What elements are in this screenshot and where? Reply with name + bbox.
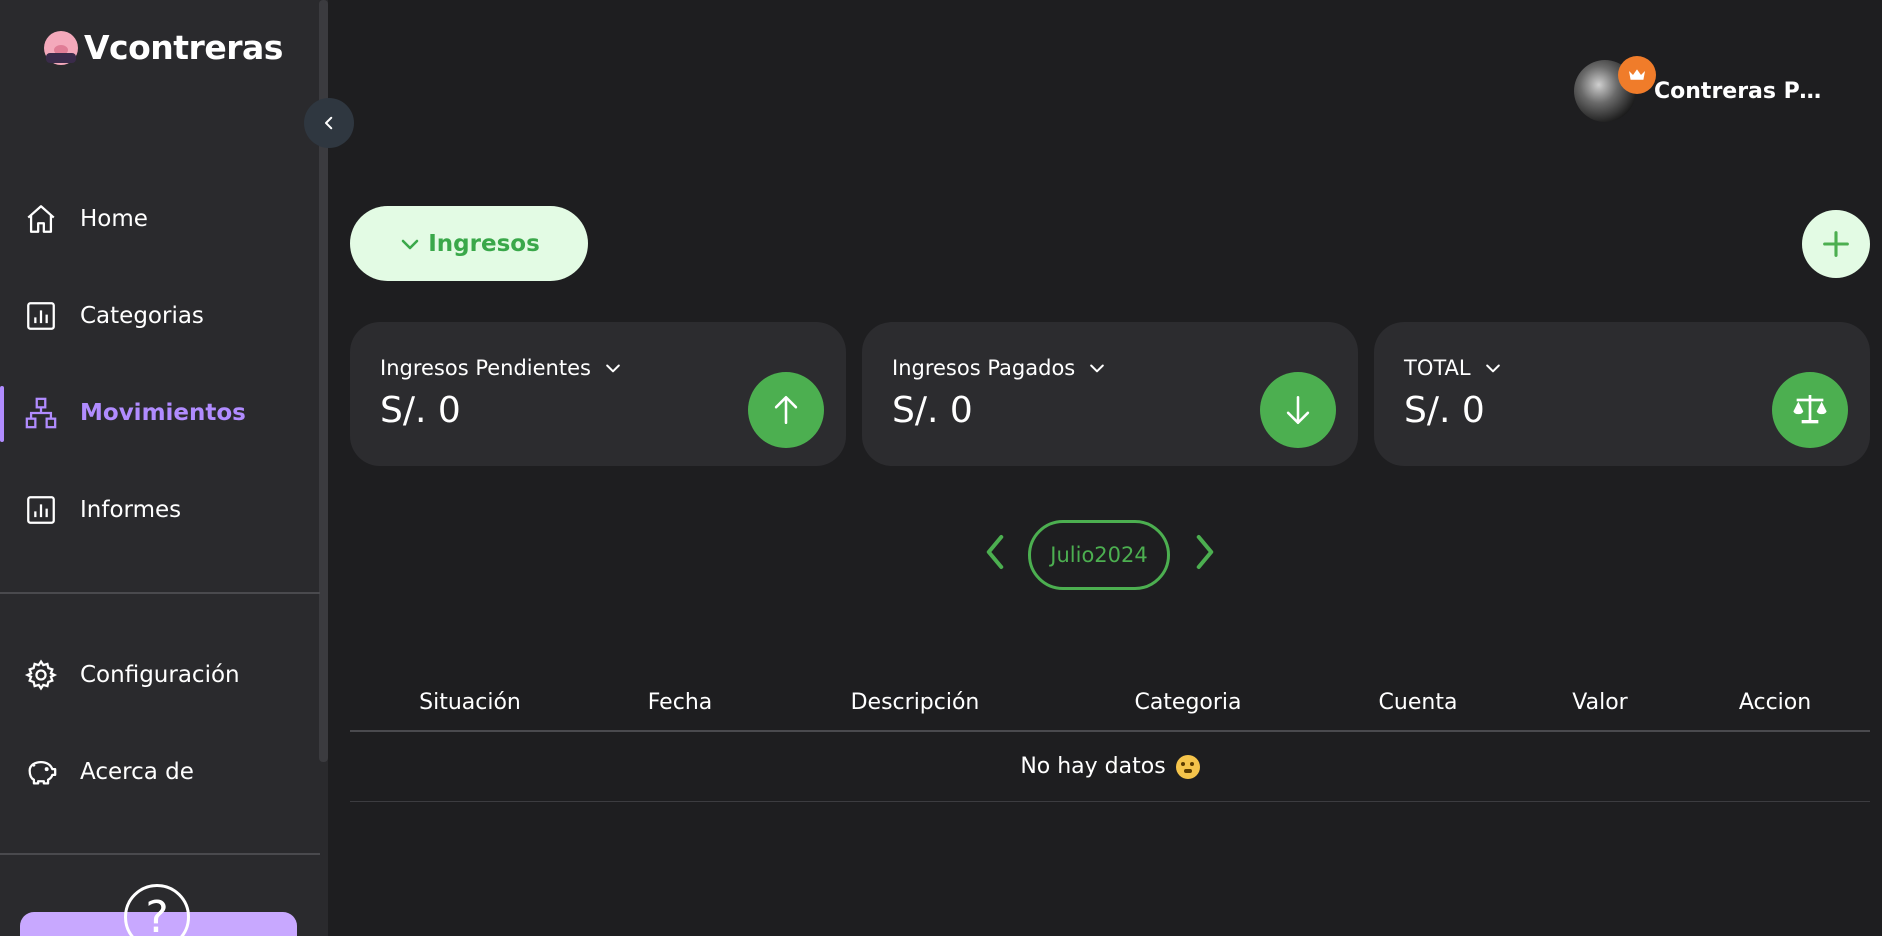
movement-type-label: Ingresos: [428, 230, 540, 257]
crown-badge-icon: [1618, 56, 1656, 94]
sidebar-item-label: Informes: [80, 496, 182, 523]
next-month-button[interactable]: [1188, 530, 1222, 574]
card-title: Ingresos Pendientes: [380, 356, 591, 380]
column-header-accion: Accion: [1738, 689, 1812, 715]
sidebar-divider: [0, 592, 320, 594]
bar-chart-icon: [27, 301, 55, 330]
chevron-down-icon: [1090, 364, 1105, 373]
card-title: Ingresos Pagados: [892, 356, 1076, 380]
sidebar-item-label: Acerca de: [80, 758, 194, 785]
empty-state-text: No hay datos: [1020, 754, 1166, 779]
sidebar-item-label: Movimientos: [80, 399, 246, 426]
card-title-dropdown[interactable]: TOTAL: [1404, 356, 1503, 380]
plus-icon: [1823, 231, 1849, 257]
sidebar-item-informes[interactable]: Informes: [0, 461, 320, 558]
column-header-fecha[interactable]: Fecha: [590, 690, 770, 715]
column-header-categoria[interactable]: Categoria: [1060, 690, 1316, 715]
arrow-up-icon: [748, 372, 824, 448]
sidebar-item-label: Categorias: [80, 302, 204, 329]
sidebar-item-home[interactable]: Home: [0, 170, 320, 267]
report-icon: [27, 495, 55, 524]
card-value: S/. 0: [380, 390, 461, 431]
add-movement-button[interactable]: [1802, 210, 1870, 278]
chevron-down-icon: [401, 239, 419, 249]
sidebar-item-categorias[interactable]: Categorias: [0, 267, 320, 364]
table-empty-row: No hay datos: [350, 732, 1870, 802]
user-name: Contreras Pari...: [1654, 78, 1834, 104]
card-value: S/. 0: [892, 390, 973, 431]
piggy-bank-icon: [28, 760, 57, 784]
card-ingresos-pendientes: Ingresos Pendientes S/. 0: [350, 322, 846, 466]
brand-logo[interactable]: Vcontreras: [44, 28, 283, 67]
chevron-down-icon: [1485, 364, 1500, 373]
balance-scale-icon: [1772, 372, 1848, 448]
chevron-left-icon: [325, 116, 333, 130]
column-header-valor[interactable]: Valor: [1520, 690, 1680, 715]
avatar[interactable]: [1574, 56, 1656, 122]
sidebar-item-movimientos[interactable]: Movimientos: [0, 364, 320, 461]
sidebar-item-label: Configuración: [80, 661, 240, 688]
confused-face-icon: [1175, 754, 1200, 779]
sidebar-divider: [0, 853, 320, 855]
sidebar-item-label: Home: [80, 205, 148, 232]
card-title-dropdown[interactable]: Ingresos Pagados: [892, 356, 1107, 380]
card-total: TOTAL S/. 0: [1374, 322, 1870, 466]
user-profile[interactable]: Contreras Pari...: [1574, 56, 1834, 122]
pig-logo-icon: [44, 30, 78, 65]
chevron-down-icon: [606, 364, 620, 373]
brand-name: Vcontreras: [84, 28, 283, 67]
column-header-cuenta[interactable]: Cuenta: [1316, 690, 1520, 715]
card-value: S/. 0: [1404, 390, 1485, 431]
sidebar-nav: Home Categorias Movimientos Informes: [0, 170, 320, 558]
hierarchy-icon: [25, 397, 57, 428]
home-icon: [27, 204, 55, 233]
chevron-right-icon: [1196, 535, 1214, 569]
column-header-situacion[interactable]: Situación: [350, 690, 590, 715]
movement-type-dropdown[interactable]: Ingresos: [350, 206, 588, 281]
previous-month-button[interactable]: [978, 530, 1012, 574]
card-ingresos-pagados: Ingresos Pagados S/. 0: [862, 322, 1358, 466]
chevron-left-icon: [986, 535, 1004, 569]
collapse-sidebar-button[interactable]: [304, 98, 354, 148]
sidebar-item-configuracion[interactable]: Configuración: [0, 626, 320, 723]
movements-table: Situación Fecha Descripción Categoria Cu…: [350, 674, 1870, 802]
card-title: TOTAL: [1404, 356, 1471, 380]
column-header-descripcion[interactable]: Descripción: [770, 690, 1060, 715]
app-root: Vcontreras Home Categorias Movimientos I…: [0, 0, 1882, 936]
current-month[interactable]: Julio2024: [1028, 520, 1170, 590]
table-header: Situación Fecha Descripción Categoria Cu…: [350, 674, 1870, 732]
arrow-down-icon: [1260, 372, 1336, 448]
sidebar: Vcontreras Home Categorias Movimientos I…: [0, 0, 328, 936]
gear-icon: [24, 658, 58, 691]
sidebar-secondary-nav: Configuración Acerca de: [0, 626, 320, 820]
card-title-dropdown[interactable]: Ingresos Pendientes: [380, 356, 623, 380]
sidebar-item-acerca[interactable]: Acerca de: [0, 723, 320, 820]
